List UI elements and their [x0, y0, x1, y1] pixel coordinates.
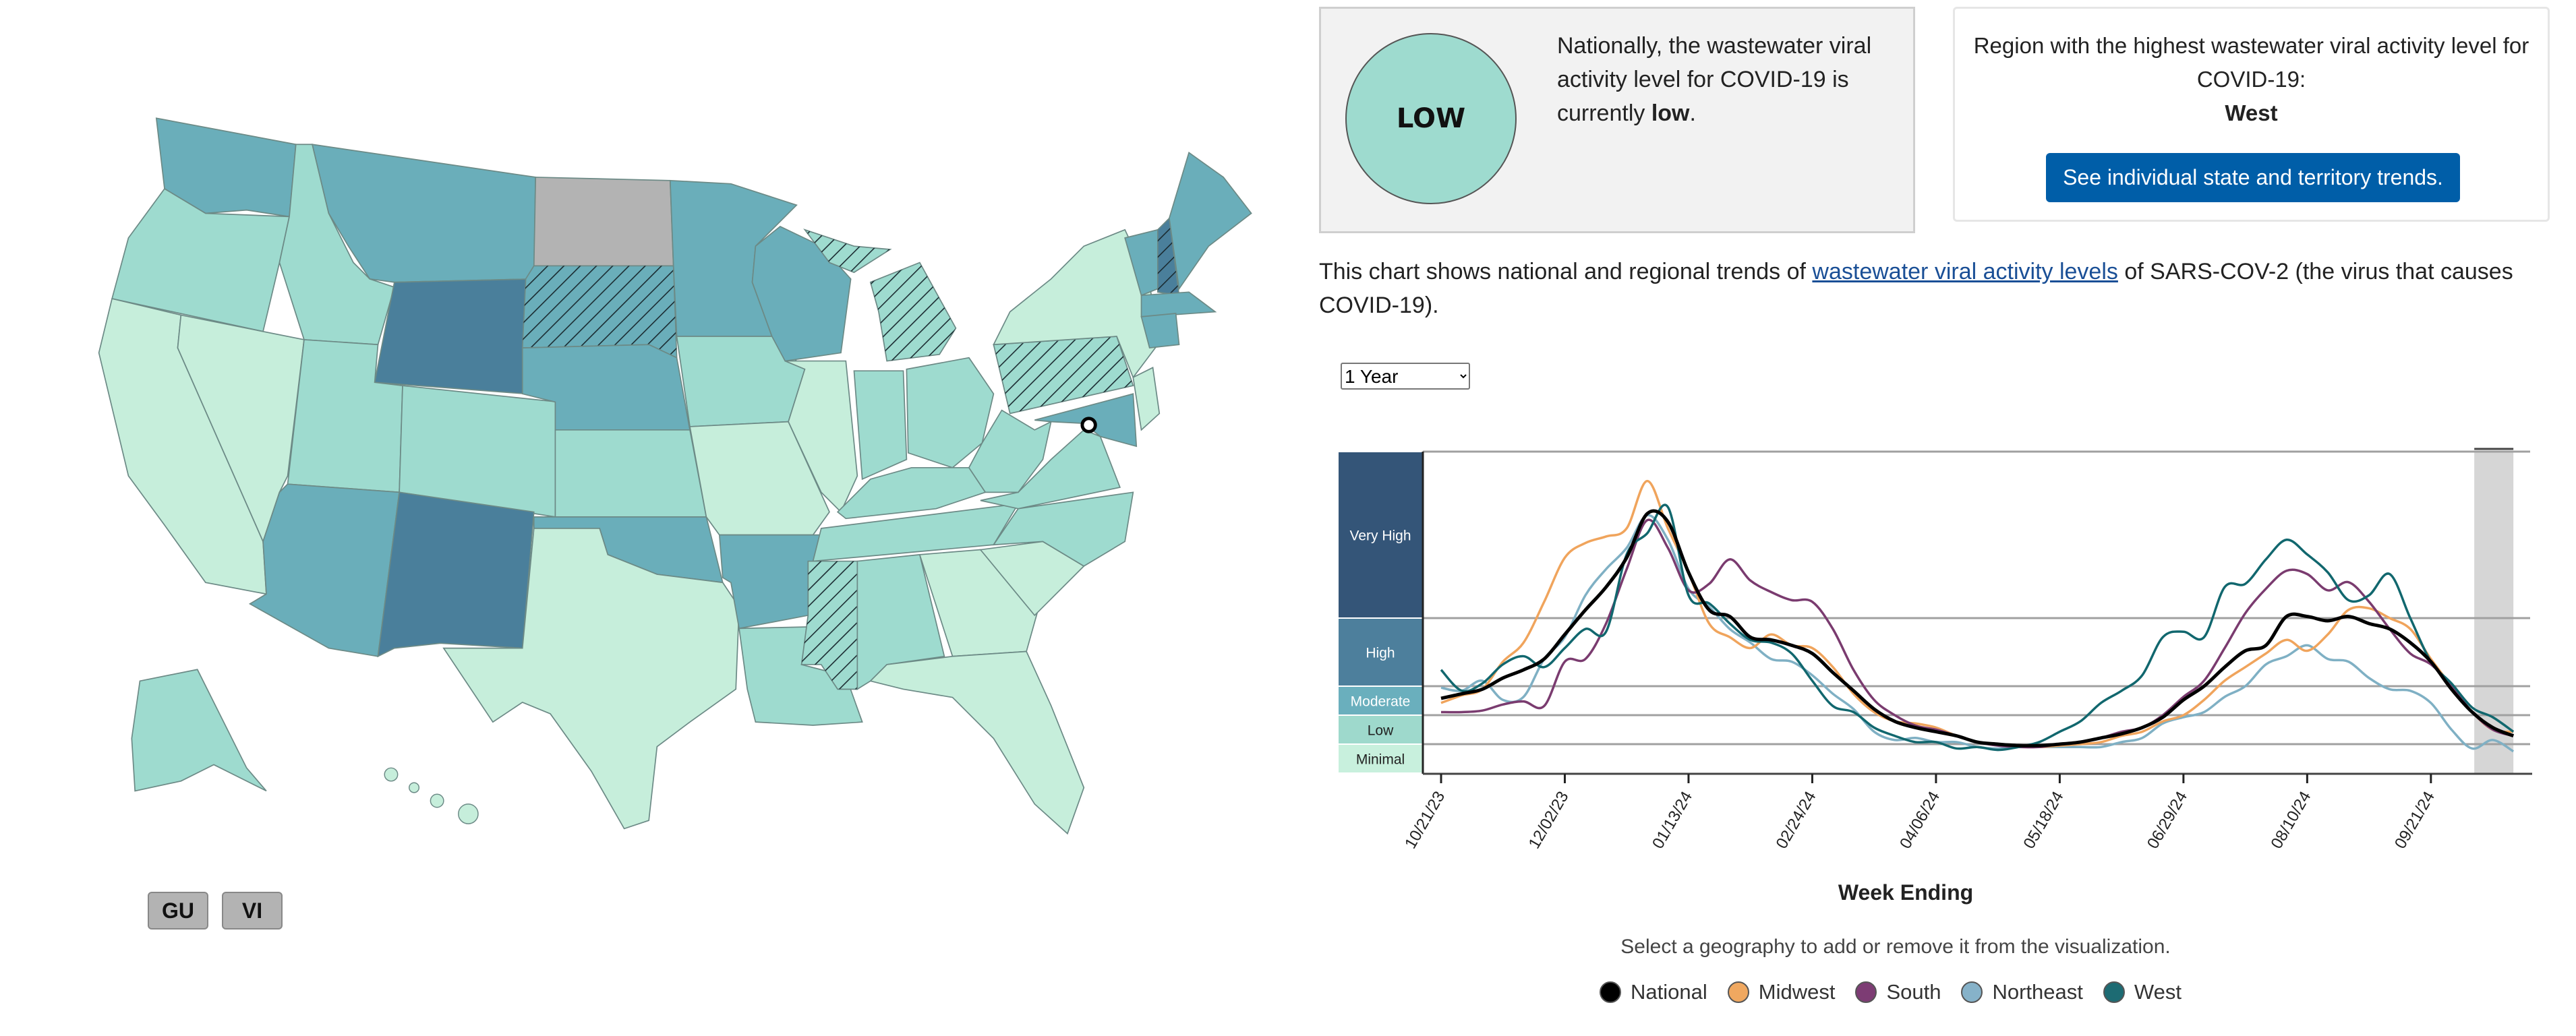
level-label: Very High [1349, 528, 1411, 544]
state-hi-island[interactable] [384, 767, 399, 782]
national-level-text: Nationally, the wastewater viral activit… [1557, 29, 1894, 130]
state-hi-island[interactable] [430, 793, 444, 808]
state-hatch-mi [870, 262, 956, 361]
state-ks[interactable] [554, 429, 707, 518]
legend-item-west[interactable]: West [2103, 980, 2182, 1004]
national-level-card: LOW Nationally, the wastewater viral act… [1319, 7, 1915, 233]
legend-item-northeast[interactable]: Northeast [1961, 980, 2083, 1004]
state-in[interactable] [853, 370, 908, 481]
legend-dot-icon [2103, 981, 2125, 1003]
legend-dot-icon [1727, 981, 1749, 1003]
national-level-badge: LOW [1345, 33, 1517, 204]
x-tick-label: 02/24/24 [1773, 789, 1820, 852]
state-ak[interactable] [131, 669, 267, 792]
x-tick-label: 05/18/24 [2020, 789, 2068, 852]
x-tick-label: 06/29/24 [2144, 789, 2191, 852]
state-hi-island[interactable] [409, 782, 420, 793]
legend-item-national[interactable]: National [1600, 980, 1707, 1004]
x-tick-label: 09/21/24 [2391, 789, 2438, 852]
x-axis-title-text: Week Ending [1838, 880, 1974, 905]
x-tick-label: 01/13/24 [1649, 789, 1696, 852]
x-tick-label: 10/21/23 [1401, 789, 1448, 852]
level-label: Minimal [1356, 752, 1405, 768]
x-tick-label: 08/10/24 [2267, 789, 2314, 852]
legend-hint: Select a geography to add or remove it f… [1620, 936, 2171, 958]
state-ma[interactable] [1140, 291, 1217, 317]
state-nm[interactable] [377, 491, 535, 658]
level-label: Moderate [1351, 694, 1411, 710]
territory-button-gu[interactable]: GU [148, 892, 208, 930]
highest-region-label: Region with the highest wastewater viral… [1973, 33, 2529, 92]
provisional-shade [2474, 452, 2514, 773]
state-fl[interactable] [869, 650, 1085, 835]
series-line-national[interactable] [1440, 509, 2515, 748]
legend-dot-icon [1961, 981, 1983, 1003]
description-text: This chart shows national and regional t… [1319, 259, 1813, 284]
state-nj[interactable] [1132, 367, 1161, 431]
legend-label: Northeast [1992, 980, 2083, 1004]
state-nd[interactable] [533, 177, 674, 267]
us-state-map [98, 117, 1252, 835]
legend-label: Midwest [1758, 980, 1836, 1004]
wastewater-levels-link[interactable]: wastewater viral activity levels [1812, 259, 2117, 284]
highest-region-name: West [2225, 100, 2278, 125]
level-label: Low [1368, 723, 1394, 739]
legend-item-midwest[interactable]: Midwest [1727, 980, 1836, 1004]
national-text: Nationally, the wastewater viral activit… [1557, 33, 1872, 126]
time-range-select[interactable]: 1 Year [1341, 363, 1470, 390]
dc-marker[interactable] [1080, 417, 1097, 433]
legend-label: West [2134, 980, 2182, 1004]
legend-dot-icon [1600, 981, 1621, 1003]
national-text-end: . [1689, 100, 1696, 126]
legend-label: National [1631, 980, 1707, 1004]
series-line-west[interactable] [1440, 504, 2515, 752]
legend-dot-icon [1855, 981, 1877, 1003]
national-level-word: low [1651, 100, 1690, 126]
state-wy[interactable] [374, 278, 535, 395]
legend-item-south[interactable]: South [1855, 980, 1941, 1004]
trend-chart: Very High High Moderate Low Minimal 10/21/23 1… [1339, 448, 2532, 852]
highest-region-card: Region with the highest wastewater viral… [1953, 7, 2550, 222]
state-hatch-sd [522, 266, 677, 358]
state-hi-island[interactable] [458, 803, 479, 824]
territory-button-vi[interactable]: VI [222, 892, 283, 930]
x-tick-label: 04/06/24 [1896, 789, 1943, 852]
chart-description: This chart shows national and regional t… [1319, 255, 2546, 322]
x-tick-label: 12/02/23 [1525, 789, 1573, 852]
legend-label: South [1886, 980, 1941, 1004]
state-me[interactable] [1169, 152, 1252, 291]
level-label: High [1366, 646, 1395, 661]
state-trends-button[interactable]: See individual state and territory trend… [2046, 153, 2460, 202]
series-line-south[interactable] [1440, 518, 2514, 749]
legend: National Midwest South Northeast West [1600, 980, 2182, 1004]
series-line-midwest[interactable] [1440, 479, 2514, 749]
